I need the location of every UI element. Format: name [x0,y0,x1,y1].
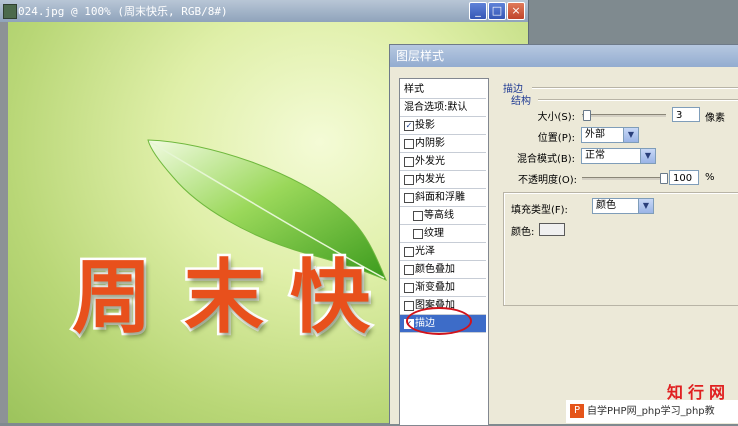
texture-checkbox[interactable] [413,229,423,239]
size-slider[interactable] [582,114,666,117]
stroke-checkbox[interactable]: ✓ [404,319,414,329]
style-list-header-label: 样式 [404,84,424,95]
color-swatch[interactable] [539,223,565,236]
color-overlay-checkbox[interactable] [404,265,414,275]
stroke-settings-panel: 描边 结构 大小(S): 3 像素 位置(P): 外部 ▼ 混合模式(B): 正… [497,78,738,424]
color-label: 颜色: [511,227,535,238]
style-item-label: 斜面和浮雕 [415,192,465,203]
blend-options-label: 混合选项:默认 [404,102,468,113]
size-label: 大小(S): [537,112,575,123]
layer-style-dialog: 图层样式 样式 混合选项:默认 ✓ 投影 内阴影 外发光 内发光 斜面和浮雕 等… [389,44,738,426]
style-item-label: 投影 [415,120,435,131]
style-item-gradient-overlay[interactable]: 渐变叠加 [400,279,486,297]
gradient-overlay-checkbox[interactable] [404,283,414,293]
close-button[interactable]: × [507,2,525,20]
opacity-label: 不透明度(O): [517,175,577,186]
drop-shadow-checkbox[interactable]: ✓ [404,121,414,131]
position-label: 位置(P): [537,133,575,144]
structure-divider [538,99,738,101]
image-file-icon [3,4,17,19]
style-item-drop-shadow[interactable]: ✓ 投影 [400,117,486,135]
satin-checkbox[interactable] [404,247,414,257]
document-title: 024.jpg @ 100% (周末快乐, RGB/8#) [18,5,228,18]
style-item-label: 图案叠加 [415,300,455,311]
style-item-inner-glow[interactable]: 内发光 [400,171,486,189]
style-item-label: 光泽 [415,246,435,257]
document-titlebar[interactable]: 024.jpg @ 100% (周末快乐, RGB/8#) _ □ × [0,0,528,23]
size-input[interactable]: 3 [672,107,700,122]
style-item-outer-glow[interactable]: 外发光 [400,153,486,171]
style-item-stroke[interactable]: ✓ 描边 [400,315,486,333]
style-item-label: 等高线 [424,210,454,221]
inner-glow-checkbox[interactable] [404,175,414,185]
chevron-down-icon[interactable]: ▼ [623,128,638,142]
position-value: 外部 [585,129,605,140]
fill-type-value: 颜色 [596,200,616,211]
fill-type-label: 填充类型(F): [511,205,568,216]
style-list-header[interactable]: 样式 [400,81,486,99]
fill-type-select[interactable]: 颜色 ▼ [592,198,654,214]
style-item-label: 内阴影 [415,138,445,149]
blend-options-item[interactable]: 混合选项:默认 [400,99,486,117]
inner-shadow-checkbox[interactable] [404,139,414,149]
style-item-satin[interactable]: 光泽 [400,243,486,261]
style-list: 样式 混合选项:默认 ✓ 投影 内阴影 外发光 内发光 斜面和浮雕 等高线 纹理… [399,78,489,426]
artwork-char-3: 快 [288,250,373,344]
canvas-border [0,22,8,423]
pattern-overlay-checkbox[interactable] [404,301,414,311]
structure-title: 结构 [511,96,531,107]
chevron-down-icon[interactable]: ▼ [638,199,653,213]
opacity-slider-thumb[interactable] [660,173,668,184]
artwork-char-2: 末 [182,250,267,344]
artwork-char-1: 周 [70,250,155,344]
style-item-bevel-emboss[interactable]: 斜面和浮雕 [400,189,486,207]
opacity-input[interactable]: 100 [669,170,699,185]
blend-mode-label: 混合模式(B): [516,154,575,165]
style-item-texture[interactable]: 纹理 [400,225,486,243]
opacity-unit: % [705,172,715,183]
style-item-label: 颜色叠加 [415,264,455,275]
style-item-label: 内发光 [415,174,445,185]
blend-mode-value: 正常 [585,150,605,161]
style-item-label: 纹理 [424,228,444,239]
style-item-inner-shadow[interactable]: 内阴影 [400,135,486,153]
bottom-watermark-text: 自学PHP网_php学习_php教 [587,406,715,417]
opacity-slider[interactable] [582,177,666,180]
bottom-watermark: P 自学PHP网_php学习_php教 [566,400,738,423]
blend-mode-select[interactable]: 正常 ▼ [581,148,656,164]
position-select[interactable]: 外部 ▼ [581,127,639,143]
style-item-label: 渐变叠加 [415,282,455,293]
dialog-title: 图层样式 [390,45,738,67]
minimize-button[interactable]: _ [469,2,487,20]
style-item-contour[interactable]: 等高线 [400,207,486,225]
outer-glow-checkbox[interactable] [404,157,414,167]
contour-checkbox[interactable] [413,211,423,221]
style-item-pattern-overlay[interactable]: 图案叠加 [400,297,486,315]
bevel-emboss-checkbox[interactable] [404,193,414,203]
size-unit: 像素 [705,113,725,124]
chevron-down-icon[interactable]: ▼ [640,149,655,163]
size-slider-thumb[interactable] [583,110,591,121]
maximize-button[interactable]: □ [488,2,506,20]
section-divider [532,87,738,89]
php-logo-icon: P [570,404,584,418]
style-item-label: 描边 [415,318,435,329]
style-item-color-overlay[interactable]: 颜色叠加 [400,261,486,279]
style-item-label: 外发光 [415,156,445,167]
